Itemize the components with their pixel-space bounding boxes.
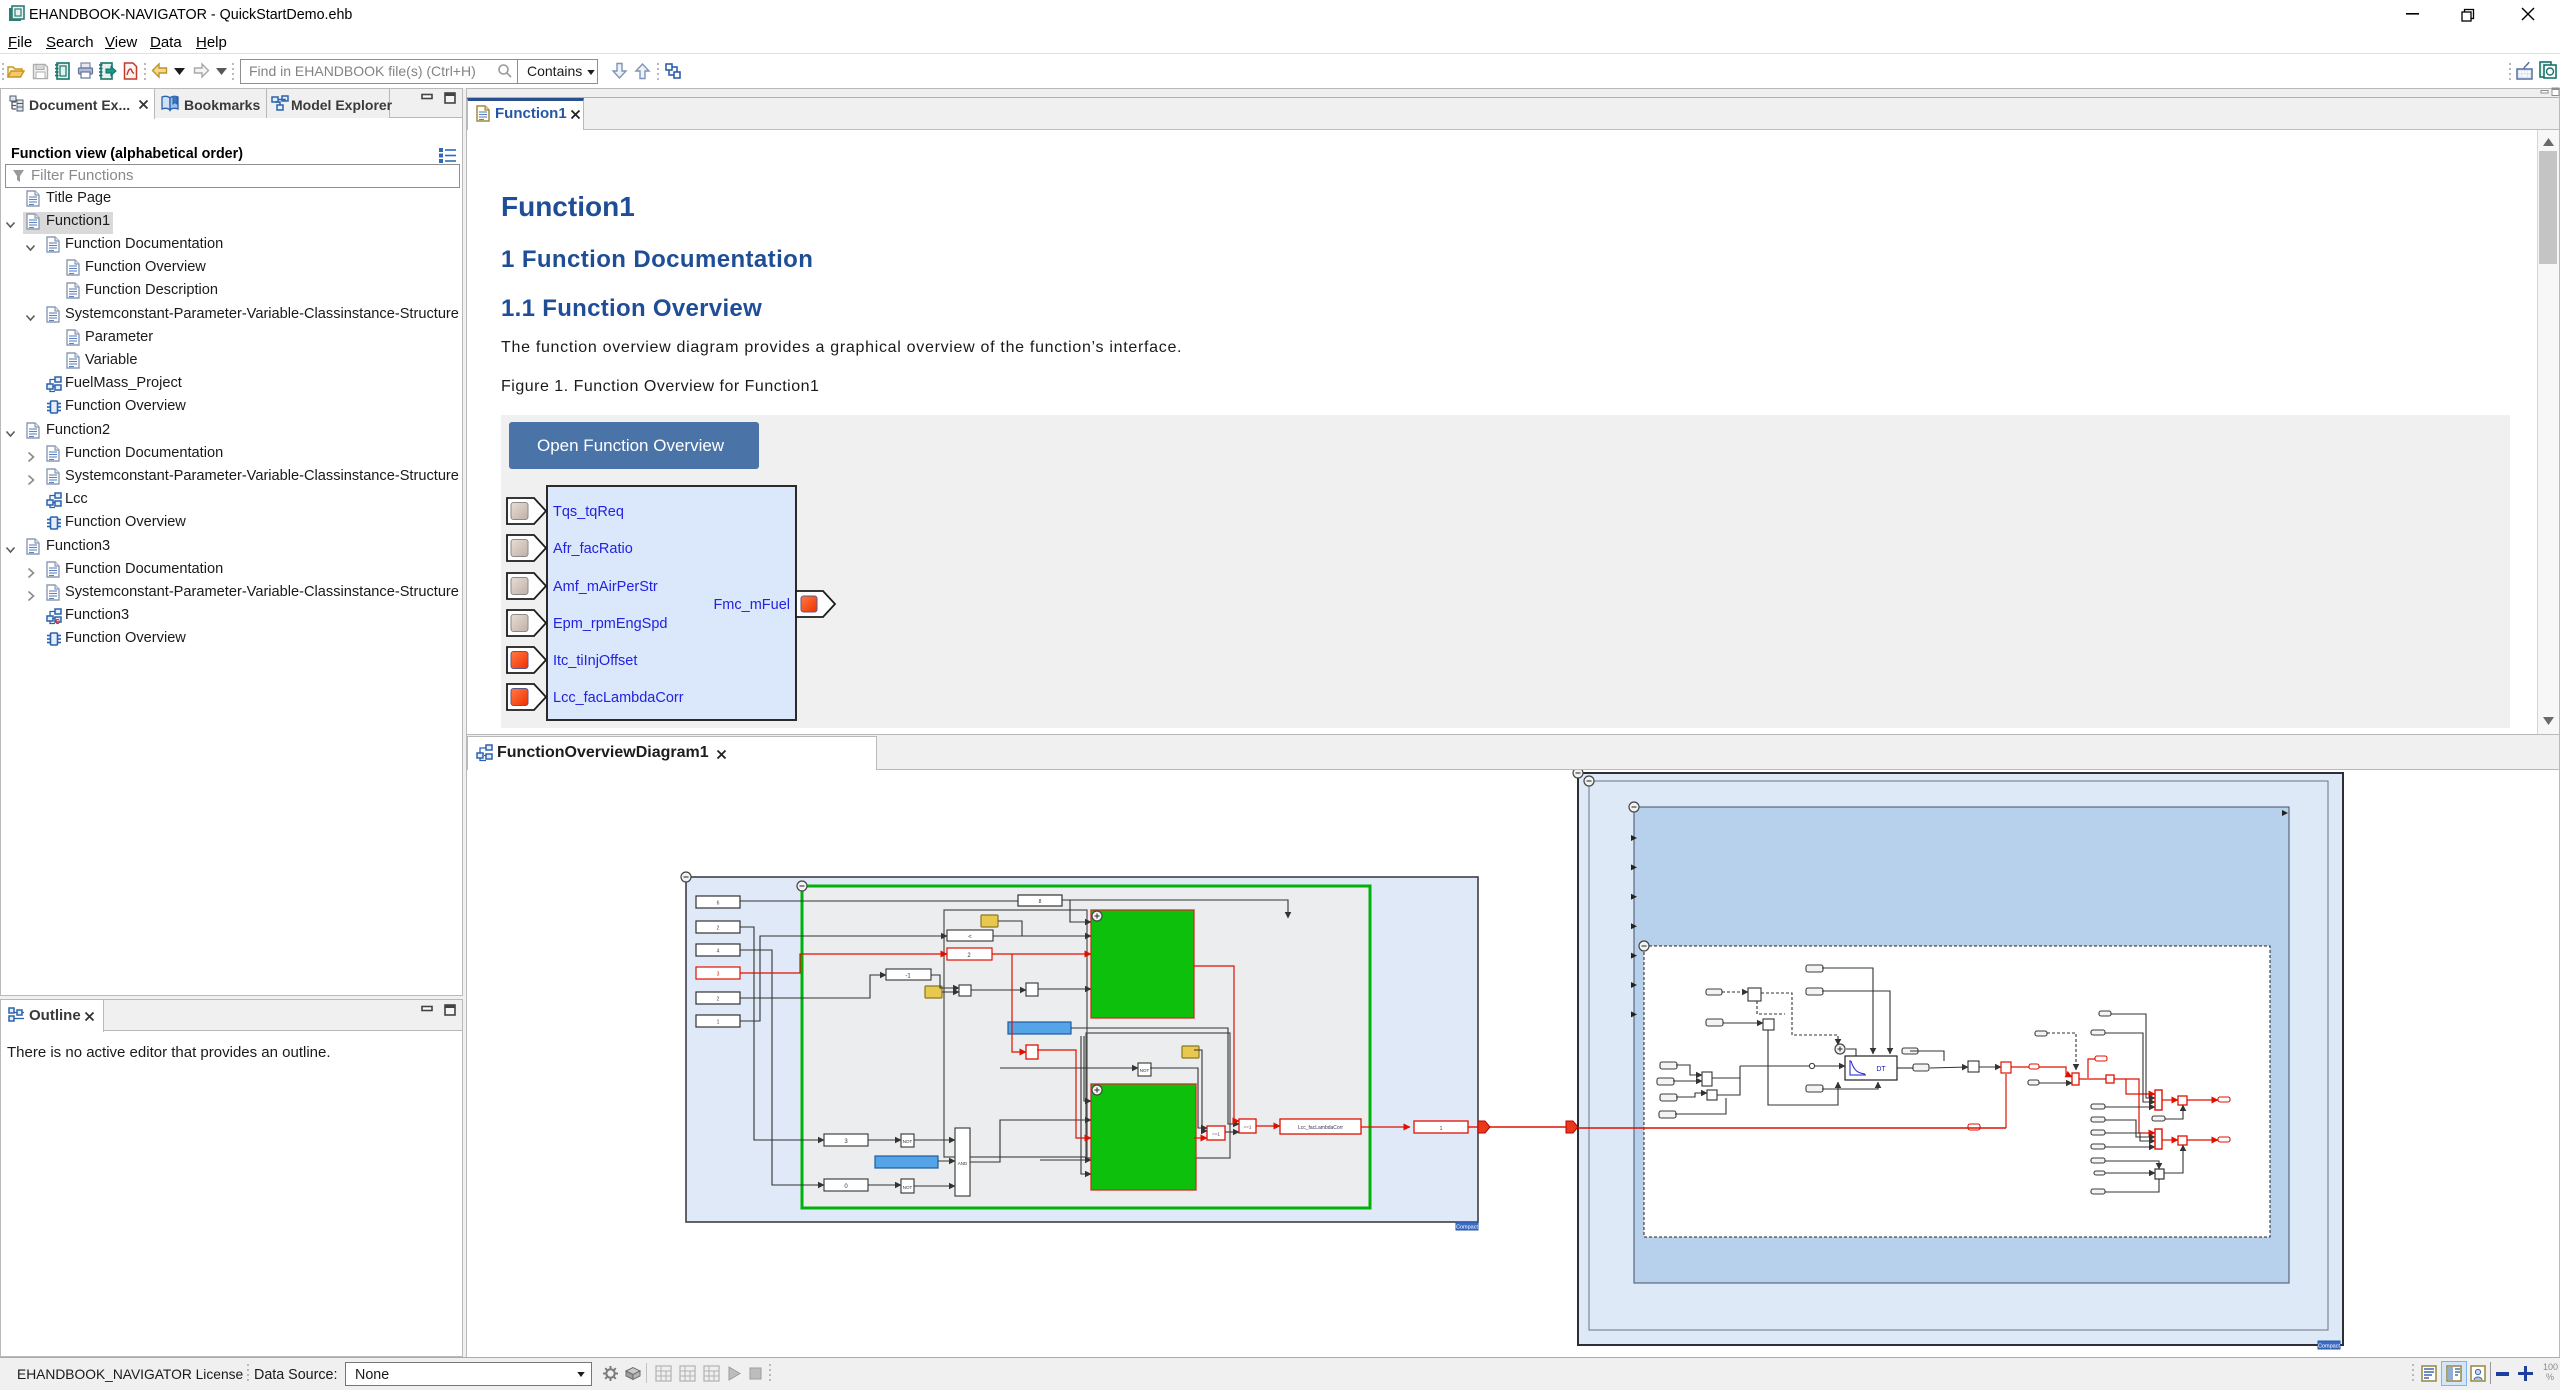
svg-text:NOT: NOT: [903, 1139, 913, 1144]
svg-text:Amf_mAirPerStr: Amf_mAirPerStr: [553, 579, 658, 595]
svg-text:2: 2: [717, 926, 720, 932]
svg-text:AND: AND: [958, 1161, 968, 1166]
svg-text:1: 1: [717, 1020, 720, 1026]
svg-text:NOT: NOT: [903, 1185, 913, 1190]
svg-text:Compact: Compact: [1456, 1225, 1478, 1231]
svg-text:Compact: Compact: [2318, 1344, 2340, 1350]
svg-text:Afr_facRatio: Afr_facRatio: [553, 541, 633, 557]
svg-text:Fmc_mFuel: Fmc_mFuel: [713, 597, 790, 613]
svg-text:Lcc_facLambdaCorr: Lcc_facLambdaCorr: [553, 690, 684, 706]
svg-text:DT: DT: [1876, 1066, 1886, 1073]
svg-text:Lcc_facLambdaCorr: Lcc_facLambdaCorr: [1298, 1125, 1343, 1131]
svg-text:6: 6: [717, 901, 720, 907]
svg-text:==1: ==1: [1212, 1132, 1220, 1137]
svg-text:2: 2: [717, 997, 720, 1003]
svg-text:Tqs_tqReq: Tqs_tqReq: [553, 504, 624, 520]
svg-text:Epm_rpmEngSpd: Epm_rpmEngSpd: [553, 616, 667, 632]
svg-text:4: 4: [717, 949, 720, 955]
svg-text:c: c: [55, 616, 60, 625]
svg-text:NOT: NOT: [1140, 1068, 1150, 1073]
svg-text:==1: ==1: [1244, 1125, 1252, 1130]
svg-text:1: 1: [1440, 1126, 1443, 1132]
svg-text:-1: -1: [905, 974, 911, 980]
svg-text:3: 3: [717, 972, 720, 978]
svg-text:Itc_tiInjOffset: Itc_tiInjOffset: [553, 653, 637, 669]
svg-text:<: <: [968, 935, 972, 941]
svg-text:8: 8: [1039, 899, 1042, 905]
